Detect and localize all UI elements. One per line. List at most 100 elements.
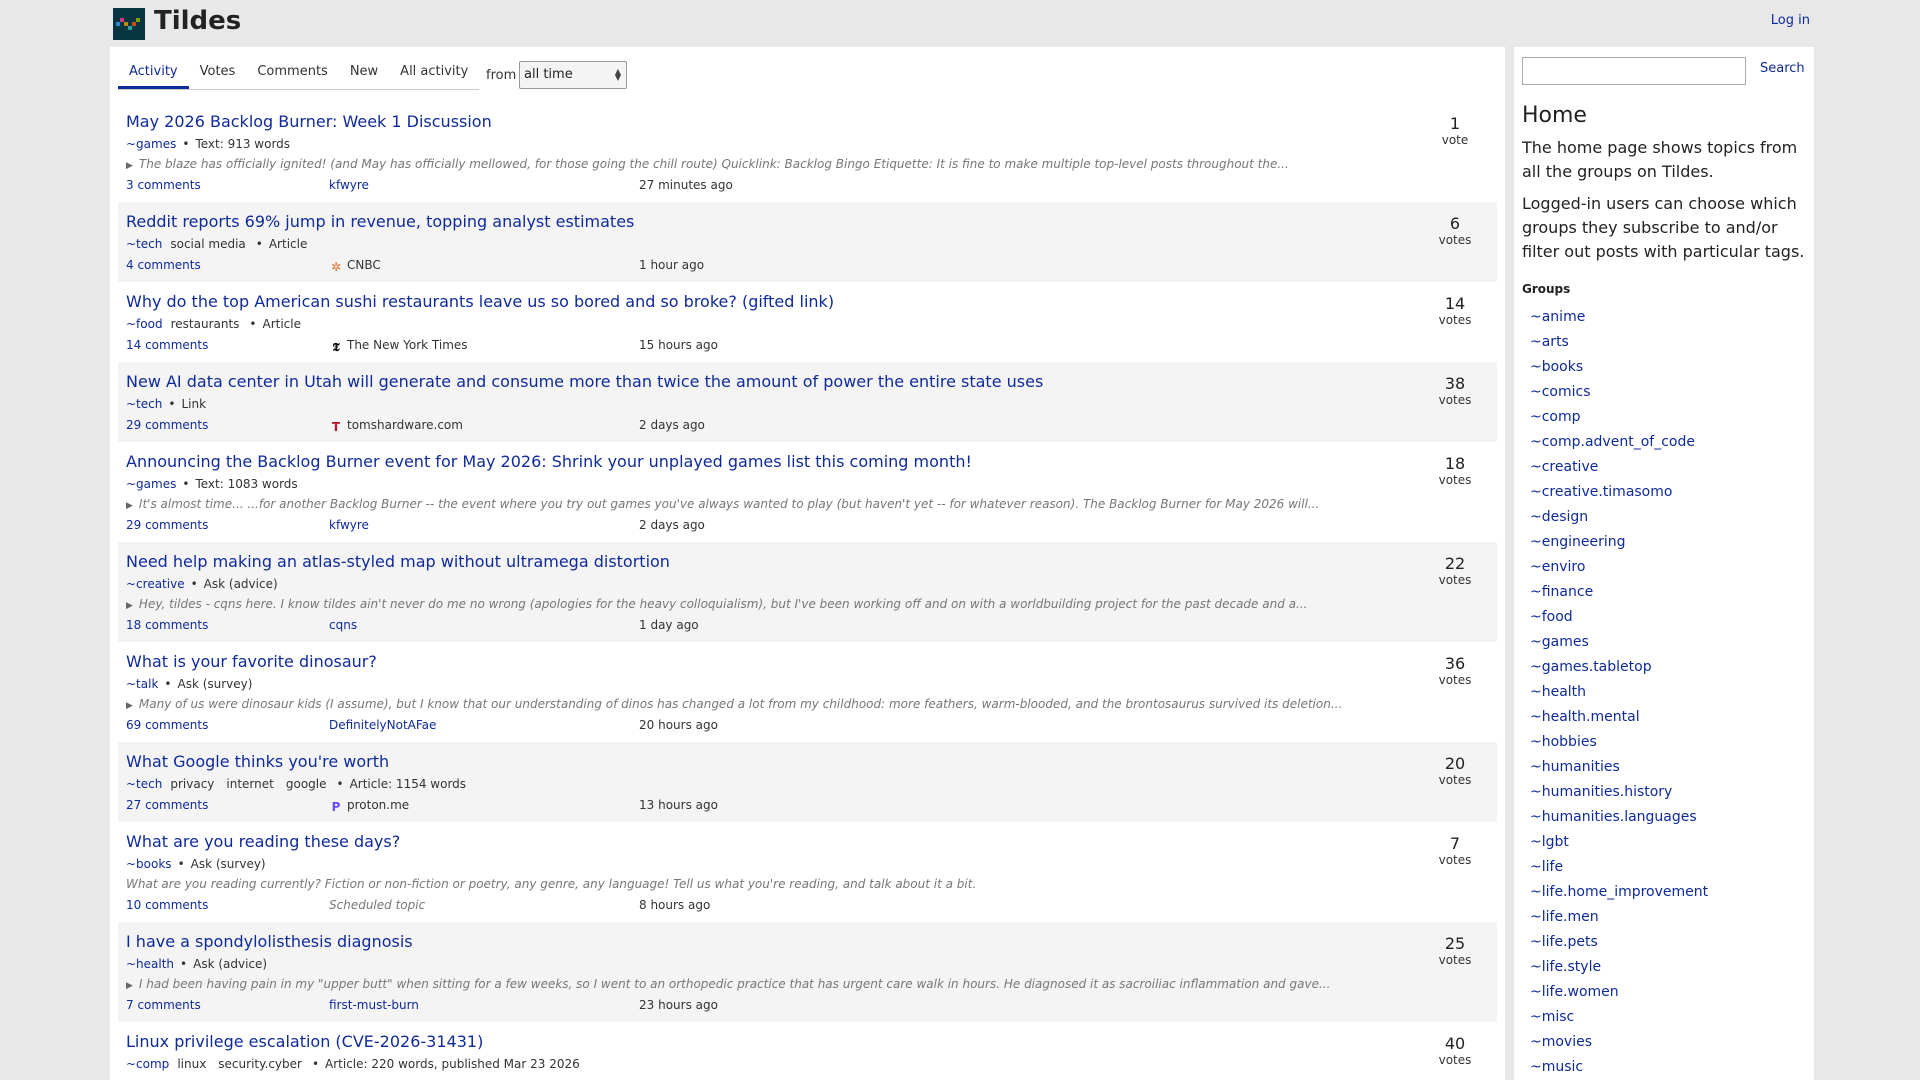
topic-tag[interactable]: google [286,777,327,791]
topic-title-link[interactable]: May 2026 Backlog Burner: Week 1 Discussi… [126,112,492,131]
sidebar-group-link[interactable]: ~creative [1530,458,1708,483]
sidebar-group-link[interactable]: ~life [1530,858,1708,883]
topic-comments-link[interactable]: 7 comments [126,998,201,1012]
topic-vote-count[interactable]: 38 votes [1425,374,1485,407]
tab-new[interactable]: New [339,55,389,89]
sidebar-group-link[interactable]: ~lgbt [1530,833,1708,858]
topic-title-link[interactable]: What are you reading these days? [126,832,400,851]
topic-author-link[interactable]: first-must-burn [329,998,419,1012]
topic-vote-count[interactable]: 18 votes [1425,454,1485,487]
topic-tag[interactable]: security.cyber [218,1057,302,1071]
topic-vote-count[interactable]: 36 votes [1425,654,1485,687]
topic-group-link[interactable]: ~tech [126,237,162,251]
topic-title-link[interactable]: What is your favorite dinosaur? [126,652,377,671]
sidebar-group-link[interactable]: ~engineering [1530,533,1708,558]
sidebar-group-link[interactable]: ~comp.advent_of_code [1530,433,1708,458]
topic-comments-link[interactable]: 4 comments [126,258,201,272]
sidebar-group-link[interactable]: ~enviro [1530,558,1708,583]
sidebar-group-link[interactable]: ~health.mental [1530,708,1708,733]
topic-title-link[interactable]: Reddit reports 69% jump in revenue, topp… [126,212,634,231]
search-input[interactable] [1522,57,1746,85]
expand-triangle-icon[interactable]: ▶ [126,601,133,611]
topic-comments-link[interactable]: 3 comments [126,178,201,192]
topic-tag[interactable]: linux [177,1057,206,1071]
expand-triangle-icon[interactable]: ▶ [126,501,133,511]
sidebar-group-link[interactable]: ~games [1530,633,1708,658]
topic-excerpt[interactable]: ▶ Many of us were dinosaur kids (I assume… [126,697,1342,711]
tab-comments[interactable]: Comments [246,55,338,89]
sidebar-group-link[interactable]: ~life.home_improvement [1530,883,1708,908]
topic-tag[interactable]: restaurants [171,317,240,331]
topic-vote-count[interactable]: 6 votes [1425,214,1485,247]
login-link[interactable]: Log in [1771,13,1810,28]
topic-comments-link[interactable]: 14 comments [126,338,208,352]
topic-tag[interactable]: privacy [170,777,214,791]
topic-group-link[interactable]: ~comp [126,1057,169,1071]
tab-activity[interactable]: Activity [118,55,189,89]
topic-author-link[interactable]: kfwyre [329,178,369,192]
sidebar-group-link[interactable]: ~games.tabletop [1530,658,1708,683]
sidebar-group-link[interactable]: ~creative.timasomo [1530,483,1708,508]
topic-vote-count[interactable]: 40 votes [1425,1034,1485,1067]
topic-author-link[interactable]: cqns [329,618,357,632]
tab-votes[interactable]: Votes [189,55,247,89]
expand-triangle-icon[interactable]: ▶ [126,161,133,171]
sidebar-group-link[interactable]: ~life.women [1530,983,1708,1008]
topic-title-link[interactable]: Why do the top American sushi restaurant… [126,292,834,311]
period-select[interactable]: all time ▲ ▼ [519,61,627,89]
topic-vote-count[interactable]: 22 votes [1425,554,1485,587]
topic-vote-count[interactable]: 20 votes [1425,754,1485,787]
topic-group-link[interactable]: ~creative [126,577,185,591]
topic-vote-count[interactable]: 25 votes [1425,934,1485,967]
sidebar-group-link[interactable]: ~life.pets [1530,933,1708,958]
topic-comments-link[interactable]: 18 comments [126,618,208,632]
tildes-logo-icon[interactable] [113,8,145,40]
site-title[interactable]: Tildes [154,6,241,36]
topic-excerpt[interactable]: ▶ It's almost time... ...for another Back… [126,497,1319,511]
sidebar-group-link[interactable]: ~movies [1530,1033,1708,1058]
sidebar-group-link[interactable]: ~books [1530,358,1708,383]
topic-title-link[interactable]: Announcing the Backlog Burner event for … [126,452,972,471]
topic-group-link[interactable]: ~tech [126,397,162,411]
topic-group-link[interactable]: ~games [126,137,176,151]
topic-vote-count[interactable]: 14 votes [1425,294,1485,327]
topic-excerpt[interactable]: ▶ The blaze has officially ignited! (and … [126,157,1289,171]
sidebar-group-link[interactable]: ~humanities.history [1530,783,1708,808]
expand-triangle-icon[interactable]: ▶ [126,701,133,711]
topic-tag[interactable]: social media [170,237,245,251]
topic-comments-link[interactable]: 27 comments [126,798,208,812]
sidebar-group-link[interactable]: ~misc [1530,1008,1708,1033]
sidebar-group-link[interactable]: ~health [1530,683,1708,708]
topic-tag[interactable]: internet [226,777,273,791]
sidebar-group-link[interactable]: ~humanities [1530,758,1708,783]
topic-author-link[interactable]: kfwyre [329,518,369,532]
topic-excerpt[interactable]: ▶ Hey, tildes - cqns here. I know tildes … [126,597,1307,611]
topic-title-link[interactable]: What Google thinks you're worth [126,752,389,771]
topic-group-link[interactable]: ~health [126,957,174,971]
topic-excerpt[interactable]: ▶ I had been having pain in my "upper but… [126,977,1330,991]
topic-title-link[interactable]: Linux privilege escalation (CVE-2026-314… [126,1032,483,1051]
topic-group-link[interactable]: ~tech [126,777,162,791]
sidebar-group-link[interactable]: ~life.style [1530,958,1708,983]
topic-comments-link[interactable]: 29 comments [126,518,208,532]
topic-title-link[interactable]: I have a spondylolisthesis diagnosis [126,932,413,951]
sidebar-group-link[interactable]: ~finance [1530,583,1708,608]
sidebar-group-link[interactable]: ~arts [1530,333,1708,358]
topic-comments-link[interactable]: 29 comments [126,418,208,432]
topic-author-link[interactable]: DefinitelyNotAFae [329,718,436,732]
sidebar-group-link[interactable]: ~design [1530,508,1708,533]
search-button[interactable]: Search [1760,61,1805,76]
sidebar-group-link[interactable]: ~anime [1530,308,1708,333]
sidebar-group-link[interactable]: ~comp [1530,408,1708,433]
sidebar-group-link[interactable]: ~hobbies [1530,733,1708,758]
topic-comments-link[interactable]: 10 comments [126,898,208,912]
topic-title-link[interactable]: New AI data center in Utah will generate… [126,372,1043,391]
sidebar-group-link[interactable]: ~humanities.languages [1530,808,1708,833]
topic-comments-link[interactable]: 69 comments [126,718,208,732]
topic-group-link[interactable]: ~books [126,857,172,871]
sidebar-group-link[interactable]: ~life.men [1530,908,1708,933]
sidebar-group-link[interactable]: ~comics [1530,383,1708,408]
topic-title-link[interactable]: Need help making an atlas-styled map wit… [126,552,670,571]
topic-group-link[interactable]: ~food [126,317,163,331]
sidebar-group-link[interactable]: ~music [1530,1058,1708,1080]
